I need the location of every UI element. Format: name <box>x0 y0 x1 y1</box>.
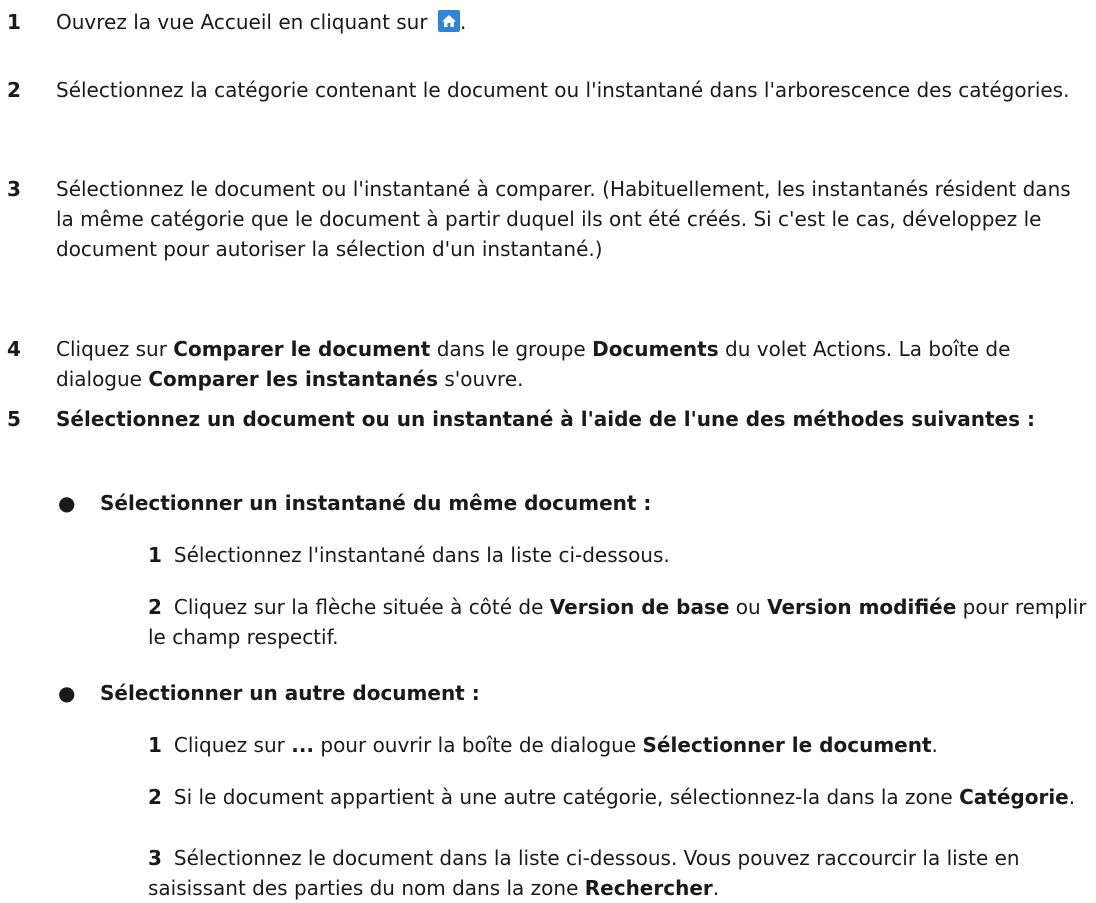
step-text: Cliquez sur Comparer le document dans le… <box>56 337 1011 391</box>
step-number: 1 <box>7 10 21 34</box>
substep-a2: 2 Cliquez sur la flèche située à côté de … <box>148 595 1087 649</box>
step-text: Sélectionnez la catégorie contenant le d… <box>56 78 1070 102</box>
step-number: 4 <box>7 337 21 361</box>
step-text: Ouvrez la vue Accueil en cliquant sur . <box>56 10 467 34</box>
home-icon <box>437 10 460 32</box>
step-text: Sélectionnez un document ou un instantan… <box>56 407 1035 431</box>
substep-a1: 1 Sélectionnez l'instantané dans la liste… <box>148 543 670 567</box>
step-number: 2 <box>7 78 21 102</box>
substep-b2: 2 Si le document appartient à une autre c… <box>148 785 1076 809</box>
bullet-icon: ● <box>58 491 76 515</box>
bullet-icon: ● <box>58 681 76 705</box>
substep-b1: 1 Cliquez sur ... pour ouvrir la boîte de… <box>148 733 938 757</box>
option-title: Sélectionner un autre document : <box>100 681 480 705</box>
step-number: 5 <box>7 407 21 431</box>
step-number: 3 <box>7 177 21 201</box>
option-title: Sélectionner un instantané du même docum… <box>100 491 652 515</box>
procedure-document: 1 Ouvrez la vue Accueil en cliquant sur … <box>0 0 1096 903</box>
substep-b3: 3 Sélectionnez le document dans la liste … <box>148 846 1020 900</box>
step-text: Sélectionnez le document ou l'instantané… <box>56 177 1071 261</box>
